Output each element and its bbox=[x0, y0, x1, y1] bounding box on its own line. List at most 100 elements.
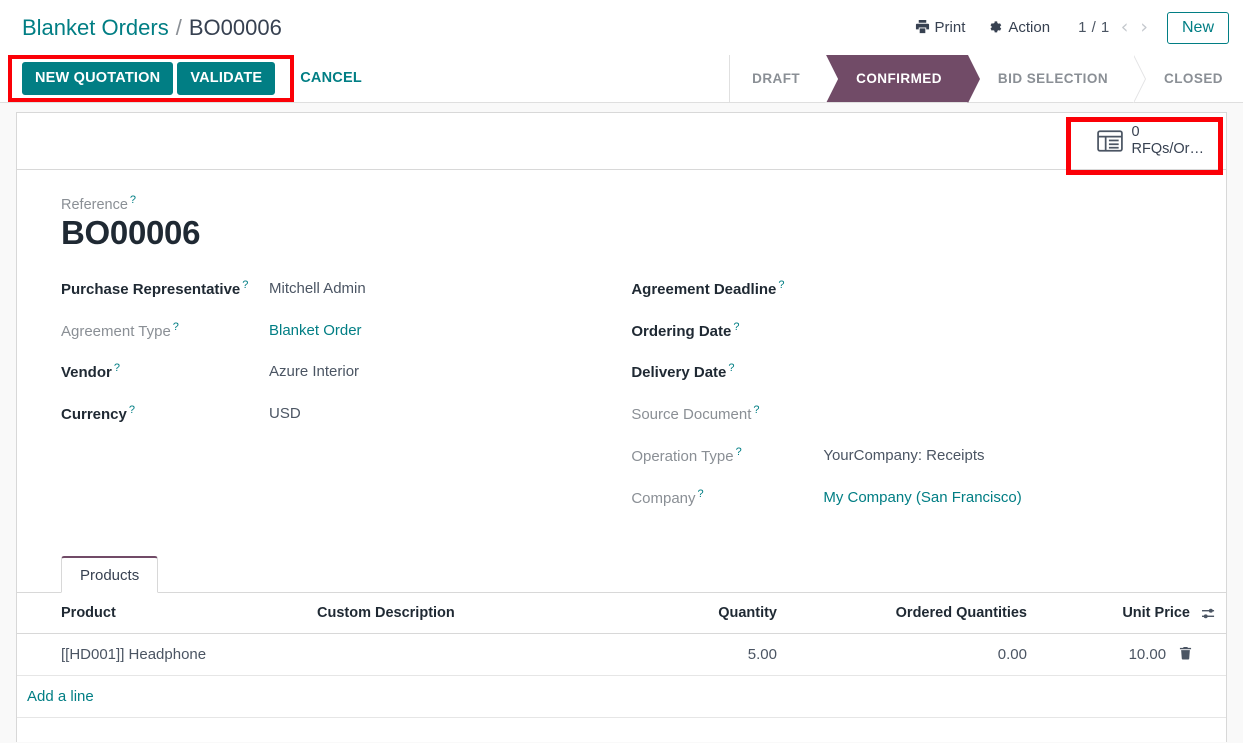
field-value[interactable]: Azure Interior bbox=[269, 361, 359, 383]
table-head: Product Custom Description Quantity Orde… bbox=[17, 593, 1226, 635]
field-tooltip-icon[interactable]: ? bbox=[114, 362, 120, 374]
control-panel-actions: Print Action 1 / 1 ‹ › New bbox=[903, 11, 1229, 44]
cell-unit-price[interactable]: 10.00 bbox=[1037, 633, 1226, 677]
field-tooltip-icon[interactable]: ? bbox=[753, 404, 759, 416]
order-lines-table: Product Custom Description Quantity Orde… bbox=[17, 593, 1226, 719]
field-value[interactable]: My Company (San Francisco) bbox=[823, 487, 1021, 509]
reference-label-text: Reference bbox=[61, 196, 128, 213]
field-tooltip-icon[interactable]: ? bbox=[778, 279, 784, 291]
status-bar: DRAFT CONFIRMED BID SELECTION CLOSED bbox=[729, 54, 1243, 103]
pager-previous-icon[interactable]: ‹ bbox=[1116, 18, 1134, 37]
field-tooltip-icon[interactable]: ? bbox=[698, 488, 704, 500]
column-header-quantity: Quantity bbox=[607, 593, 787, 635]
field-agreement-deadline: Agreement Deadline? bbox=[631, 278, 1182, 301]
sheet-container: 0 RFQs/Or… Reference? BO00006 Purchase R… bbox=[0, 103, 1243, 742]
rfqs-orders-stat-button[interactable]: 0 RFQs/Or… bbox=[1087, 119, 1215, 163]
field-value[interactable]: Mitchell Admin bbox=[269, 278, 366, 300]
field-currency: Currency? USD bbox=[61, 403, 631, 426]
status-stage-label: CONFIRMED bbox=[856, 71, 942, 86]
field-tooltip-icon[interactable]: ? bbox=[129, 404, 135, 416]
odoo-form-view: Blanket Orders / BO00006 Print Action 1 … bbox=[0, 0, 1243, 743]
breadcrumb-current: BO00006 bbox=[188, 14, 282, 40]
notebook-tabs: Products bbox=[17, 556, 1226, 594]
new-quotation-button[interactable]: NEW QUOTATION bbox=[22, 61, 174, 96]
cell-product[interactable]: [[HD001]] Headphone bbox=[17, 633, 307, 677]
field-label: Agreement Deadline? bbox=[631, 278, 823, 301]
status-stage-draft[interactable]: DRAFT bbox=[730, 54, 839, 103]
field-label-text: Purchase Representative bbox=[61, 280, 241, 298]
validate-button[interactable]: VALIDATE bbox=[177, 61, 276, 96]
form-column-right: Agreement Deadline? Ordering Date? Deliv… bbox=[631, 278, 1182, 529]
field-operation-type: Operation Type? YourCompany: Receipts bbox=[631, 445, 1182, 468]
breadcrumb-separator: / bbox=[175, 14, 182, 40]
action-button[interactable]: Action bbox=[977, 13, 1062, 42]
status-stage-bid-selection[interactable]: BID SELECTION bbox=[967, 54, 1147, 103]
cell-ordered-quantities[interactable]: 0.00 bbox=[787, 633, 1037, 677]
reference-tooltip-icon[interactable]: ? bbox=[130, 194, 136, 206]
field-tooltip-icon[interactable]: ? bbox=[173, 321, 179, 333]
breadcrumb: Blanket Orders / BO00006 bbox=[22, 15, 282, 41]
field-tooltip-icon[interactable]: ? bbox=[736, 446, 742, 458]
stage-arrow bbox=[1133, 54, 1146, 103]
field-agreement-type: Agreement Type? Blanket Order bbox=[61, 320, 631, 343]
status-stage-label: DRAFT bbox=[752, 71, 801, 86]
field-label: Source Document? bbox=[631, 403, 823, 426]
column-header-unit-price-label: Unit Price bbox=[1122, 605, 1190, 622]
new-button[interactable]: New bbox=[1166, 11, 1229, 44]
cell-quantity[interactable]: 5.00 bbox=[607, 633, 787, 677]
add-line-row[interactable]: Add a line bbox=[17, 675, 1226, 719]
form-columns: Purchase Representative? Mitchell Admin … bbox=[61, 278, 1182, 529]
field-tooltip-icon[interactable]: ? bbox=[733, 321, 739, 333]
rfqs-orders-stat-text: 0 RFQs/Or… bbox=[1132, 124, 1205, 158]
field-label: Agreement Type? bbox=[61, 320, 269, 343]
field-value[interactable]: YourCompany: Receipts bbox=[823, 445, 984, 467]
tab-products[interactable]: Products bbox=[61, 556, 159, 594]
print-button[interactable]: Print bbox=[903, 13, 978, 42]
status-stage-closed[interactable]: CLOSED bbox=[1134, 55, 1237, 102]
cancel-button[interactable]: CANCEL bbox=[287, 62, 375, 96]
status-stage-label: BID SELECTION bbox=[997, 71, 1109, 86]
table-header-row: Product Custom Description Quantity Orde… bbox=[17, 593, 1226, 635]
add-a-line-link[interactable]: Add a line bbox=[27, 688, 94, 705]
reference-value[interactable]: BO00006 bbox=[61, 214, 1182, 252]
field-label: Company? bbox=[631, 487, 823, 510]
table-row[interactable]: [[HD001]] Headphone 5.00 0.00 10.00 bbox=[17, 633, 1226, 677]
field-label-text: Ordering Date bbox=[631, 322, 732, 340]
form-column-left: Purchase Representative? Mitchell Admin … bbox=[61, 278, 631, 529]
record-title-block: Reference? BO00006 bbox=[61, 194, 1182, 252]
trash-icon[interactable] bbox=[1175, 647, 1192, 663]
stat-button-box: 0 RFQs/Or… bbox=[17, 113, 1226, 170]
form-action-buttons: NEW QUOTATION VALIDATE CANCEL bbox=[0, 55, 375, 102]
field-ordering-date: Ordering Date? bbox=[631, 320, 1182, 343]
field-purchase-representative: Purchase Representative? Mitchell Admin bbox=[61, 278, 631, 301]
column-header-ordered-quantities: Ordered Quantities bbox=[787, 593, 1037, 635]
reference-label: Reference? bbox=[61, 194, 1182, 213]
field-tooltip-icon[interactable]: ? bbox=[242, 279, 248, 291]
status-stage-confirmed[interactable]: CONFIRMED bbox=[826, 54, 980, 103]
stage-notch bbox=[826, 54, 839, 103]
rfqs-orders-count: 0 bbox=[1131, 123, 1140, 140]
pager-next-icon[interactable]: › bbox=[1135, 18, 1153, 37]
rfqs-orders-label: RFQs/Or… bbox=[1131, 141, 1205, 157]
pager-value[interactable]: 1 / 1 bbox=[1074, 19, 1114, 36]
cell-custom-description[interactable] bbox=[307, 633, 607, 677]
add-line-cell: Add a line bbox=[17, 675, 1226, 719]
column-header-custom-description: Custom Description bbox=[307, 593, 607, 635]
breadcrumb-parent-link[interactable]: Blanket Orders bbox=[22, 15, 169, 41]
field-label: Currency? bbox=[61, 403, 269, 426]
field-label-text: Operation Type bbox=[631, 447, 734, 465]
field-label: Ordering Date? bbox=[631, 320, 823, 343]
field-value[interactable]: Blanket Order bbox=[269, 320, 362, 342]
column-header-unit-price: Unit Price bbox=[1037, 593, 1226, 635]
table-body: [[HD001]] Headphone 5.00 0.00 10.00 Add … bbox=[17, 633, 1226, 719]
field-delivery-date: Delivery Date? bbox=[631, 361, 1182, 384]
list-alt-icon bbox=[1096, 130, 1123, 152]
field-value[interactable]: USD bbox=[269, 403, 301, 425]
control-panel-top: Blanket Orders / BO00006 Print Action 1 … bbox=[0, 0, 1243, 55]
sliders-icon[interactable] bbox=[1201, 607, 1216, 620]
field-tooltip-icon[interactable]: ? bbox=[728, 362, 734, 374]
stage-arrow bbox=[966, 54, 979, 103]
field-label-text: Company bbox=[631, 489, 696, 507]
field-label-text: Source Document bbox=[631, 406, 752, 424]
pager: 1 / 1 ‹ › bbox=[1074, 18, 1153, 37]
